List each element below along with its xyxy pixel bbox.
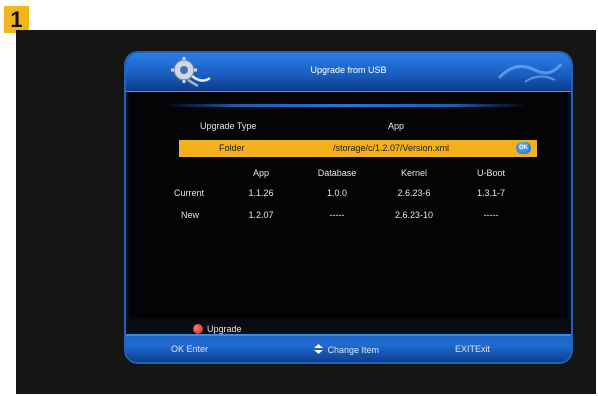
column-header-app: App xyxy=(252,168,269,178)
ok-key-label: OK xyxy=(171,344,185,354)
upgrade-type-label: Upgrade Type xyxy=(200,121,257,131)
step-number-badge: 1 xyxy=(4,6,29,33)
column-header-database: Database xyxy=(317,168,357,178)
header-divider xyxy=(166,104,526,107)
footer-ok-enter[interactable]: OK Enter xyxy=(171,344,208,354)
title-bar: Upgrade from USB xyxy=(126,53,571,92)
new-database-version: ----- xyxy=(329,210,345,220)
current-uboot-version: 1.3.1-7 xyxy=(476,188,506,198)
column-header-kernel: Kernel xyxy=(400,168,427,178)
folder-path: /storage/c/1.2.07/Version.xml xyxy=(333,143,450,153)
upgrade-action-label[interactable]: Upgrade xyxy=(207,324,242,334)
upgrade-type-value[interactable]: App xyxy=(388,121,404,131)
red-button-icon[interactable] xyxy=(193,324,203,334)
footer-exit[interactable]: EXITExit xyxy=(455,344,490,354)
current-database-version: 1.0.0 xyxy=(326,188,348,198)
new-kernel-version: 2.6.23-10 xyxy=(394,210,434,220)
current-kernel-version: 2.6.23-6 xyxy=(397,188,431,198)
bottom-separator xyxy=(126,334,571,336)
ok-icon[interactable]: OK xyxy=(516,142,531,154)
folder-label: Folder xyxy=(219,143,245,153)
exit-key-label: EXIT xyxy=(455,344,476,354)
updown-arrows-icon xyxy=(314,344,323,354)
enter-label: Enter xyxy=(186,344,209,354)
exit-label: Exit xyxy=(475,344,491,354)
change-item-label: Change Item xyxy=(327,345,380,355)
row-label-new: New xyxy=(181,210,200,220)
new-uboot-version: ----- xyxy=(483,210,499,220)
row-label-current: Current xyxy=(174,188,205,198)
folder-row[interactable]: Folder /storage/c/1.2.07/Version.xml OK xyxy=(179,140,537,157)
upgrade-dialog: Upgrade from USB Upgrade Type App Folder… xyxy=(124,51,573,364)
column-header-uboot: U-Boot xyxy=(476,168,505,178)
footer-change-item[interactable]: Change Item xyxy=(314,344,379,355)
current-app-version: 1.1.26 xyxy=(248,188,274,198)
new-app-version: 1.2.07 xyxy=(248,210,274,220)
swirl-decoration xyxy=(497,63,563,83)
